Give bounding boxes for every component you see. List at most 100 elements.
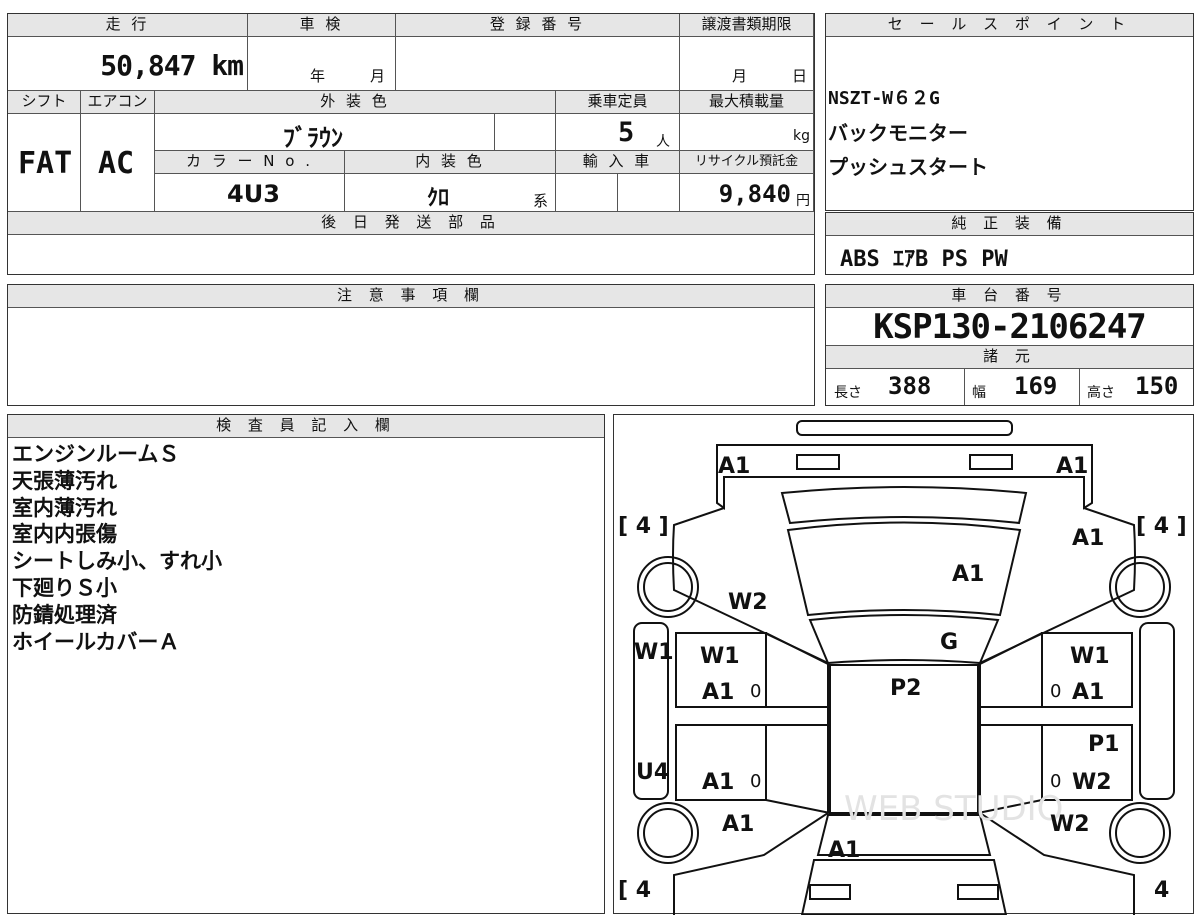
load-unit: kg bbox=[793, 128, 810, 144]
capacity-value-cell: 5 人 bbox=[556, 114, 680, 151]
front-right-wheel-inner bbox=[1115, 562, 1165, 612]
max-load-label: 最大積載量 bbox=[680, 91, 814, 114]
inspector-line: 防錆処理済 bbox=[12, 602, 117, 627]
inspection-year-unit: 年 bbox=[310, 67, 326, 85]
mark-hood-right: A1 bbox=[1072, 526, 1104, 551]
inspector-line: 下廻りＳ小 bbox=[12, 575, 117, 600]
specs-header: 諸 元 bbox=[826, 345, 1193, 369]
exterior-color-value-cell: ﾌﾞﾗｳﾝ bbox=[155, 114, 495, 152]
right-headlight-outline bbox=[969, 454, 1013, 470]
mark-left-rear-door: A1 bbox=[702, 770, 734, 795]
exterior-color-sub-cell bbox=[495, 114, 556, 151]
standard-equipment-box: 純 正 装 備 ABS ｴｱB PS PW bbox=[825, 212, 1194, 275]
shift-value-cell: FAT bbox=[8, 114, 81, 212]
inspector-header: 検 査 員 記 入 欄 bbox=[8, 415, 604, 438]
interior-color-value-cell: ｸﾛ 系 bbox=[345, 174, 556, 212]
vehicle-info-table: 走 行 車 検 登 録 番 号 譲渡書類期限 50,847 km 年 月 月 日… bbox=[7, 13, 815, 275]
import-label: 輸 入 車 bbox=[556, 151, 680, 174]
spec-length-label: 長さ bbox=[834, 385, 862, 401]
rear-left-wheel-outline bbox=[637, 802, 699, 864]
inspector-line: シートしみ小、すれ小 bbox=[12, 549, 222, 574]
mark-left-rear-fender: A1 bbox=[722, 812, 754, 837]
inspection-value-cell: 年 月 bbox=[248, 37, 396, 91]
interior-color-value: ｸﾛ bbox=[427, 186, 450, 211]
mark-left-fender: W2 bbox=[728, 590, 768, 615]
mileage-value-cell: 50,847 km bbox=[8, 37, 248, 91]
spec-height-cell: 高さ 150 bbox=[1079, 368, 1193, 405]
trunk-outline bbox=[800, 859, 1008, 915]
mark-roof: P2 bbox=[890, 676, 921, 701]
later-parts-label: 後 日 発 送 部 品 bbox=[8, 212, 814, 235]
rear-right-wheel-outline bbox=[1109, 802, 1171, 864]
inspector-line: 天張薄汚れ bbox=[12, 468, 117, 493]
front-left-wheel-inner bbox=[643, 562, 693, 612]
mark-left-side: W1 bbox=[634, 640, 674, 665]
standard-equipment-value: ABS ｴｱB PS PW bbox=[840, 247, 1008, 272]
spec-height-label: 高さ bbox=[1087, 385, 1115, 401]
later-parts-value-cell bbox=[8, 235, 814, 273]
import-cell-2 bbox=[618, 174, 680, 212]
sales-point-line: NSZT-W６２G bbox=[828, 88, 940, 109]
car-diagram-box: WEB STUDIO [ 4 ] [ 4 ] [ 4 4 A1 A1 A1 A1… bbox=[613, 414, 1194, 915]
notes-box: 注 意 事 項 欄 bbox=[7, 284, 815, 406]
rear-right-wheel-inner bbox=[1115, 808, 1165, 858]
color-no-value-cell: 4U3 bbox=[155, 174, 345, 212]
mark-right-side: W1 bbox=[1070, 644, 1110, 669]
chassis-number: KSP130-2106247 bbox=[873, 307, 1147, 347]
inspector-lines: エンジンルームＳ 天張薄汚れ 室内薄汚れ 室内内張傷 シートしみ小、すれ小 下廻… bbox=[12, 441, 222, 655]
aircon-value: AC bbox=[98, 146, 135, 181]
front-right-wheel-outline bbox=[1109, 556, 1171, 618]
mileage-label: 走 行 bbox=[8, 14, 248, 37]
inspector-line: エンジンルームＳ bbox=[12, 442, 180, 466]
registration-label: 登 録 番 号 bbox=[396, 14, 680, 37]
interior-color-label: 内 装 色 bbox=[345, 151, 556, 174]
left-body-outline bbox=[672, 507, 829, 915]
mark-left-front-door-2: A1 bbox=[702, 680, 734, 705]
specs-row: 長さ 388 幅 169 高さ 150 bbox=[826, 368, 1193, 405]
max-load-value-cell: kg bbox=[680, 114, 814, 151]
sales-points-list: NSZT-W６２G バックモニター プッシュスタート bbox=[828, 82, 988, 184]
recycle-unit: 円 bbox=[796, 193, 810, 209]
sales-point-line: バックモニター bbox=[828, 121, 968, 145]
shift-label: シフト bbox=[8, 91, 81, 114]
left-headlight-outline bbox=[796, 454, 840, 470]
spec-length-cell: 長さ 388 bbox=[826, 368, 965, 405]
mark-trunk: A1 bbox=[828, 838, 860, 863]
left-door-lines bbox=[765, 632, 831, 814]
tire-front-left: [ 4 ] bbox=[618, 514, 669, 539]
rear-left-wheel-inner bbox=[643, 808, 693, 858]
mark-zero-4: 0 bbox=[1050, 771, 1061, 792]
right-door-lines bbox=[977, 632, 1043, 814]
import-cell-1 bbox=[556, 174, 618, 212]
shift-value: FAT bbox=[18, 146, 73, 181]
mark-right-rear-door-1: P1 bbox=[1088, 732, 1119, 757]
mark-right-rear-fender: W2 bbox=[1050, 812, 1090, 837]
mark-zero-1: 0 bbox=[750, 681, 761, 702]
mark-right-front-door-2: A1 bbox=[1072, 680, 1104, 705]
front-bumper-outline bbox=[716, 444, 1093, 510]
mark-front-bumper-right: A1 bbox=[1056, 454, 1088, 479]
mileage-value: 50,847 km bbox=[100, 49, 244, 82]
deadline-day-unit: 日 bbox=[792, 67, 808, 85]
mark-zero-3: 0 bbox=[750, 771, 761, 792]
car-diagram: WEB STUDIO [ 4 ] [ 4 ] [ 4 4 A1 A1 A1 A1… bbox=[618, 420, 1187, 915]
grille-outline bbox=[780, 486, 1028, 525]
sales-points-box: セ ー ル ス ポ イ ン ト NSZT-W６２G バックモニター プッシュスタ… bbox=[825, 13, 1194, 211]
spec-length-value: 388 bbox=[888, 372, 932, 400]
capacity-unit: 人 bbox=[656, 134, 670, 150]
mark-right-rear-door-2: W2 bbox=[1072, 770, 1112, 795]
chassis-box: 車 台 番 号 KSP130-2106247 諸 元 長さ 388 幅 169 … bbox=[825, 284, 1194, 406]
spec-width-label: 幅 bbox=[972, 385, 986, 401]
registration-value-cell bbox=[396, 37, 680, 91]
recycle-label: リサイクル預託金 bbox=[680, 151, 814, 174]
aircon-label: エアコン bbox=[81, 91, 155, 114]
right-taillight-outline bbox=[957, 884, 999, 900]
deadline-value-cell: 月 日 bbox=[680, 37, 814, 91]
spec-width-value: 169 bbox=[1014, 372, 1058, 400]
hood-outline bbox=[786, 521, 1022, 617]
recycle-value-cell: 9,840 円 bbox=[680, 174, 814, 212]
recycle-value: 9,840 bbox=[718, 180, 791, 208]
right-body-outline bbox=[979, 507, 1136, 915]
aircon-value-cell: AC bbox=[81, 114, 155, 212]
tire-front-right: [ 4 ] bbox=[1136, 514, 1187, 539]
